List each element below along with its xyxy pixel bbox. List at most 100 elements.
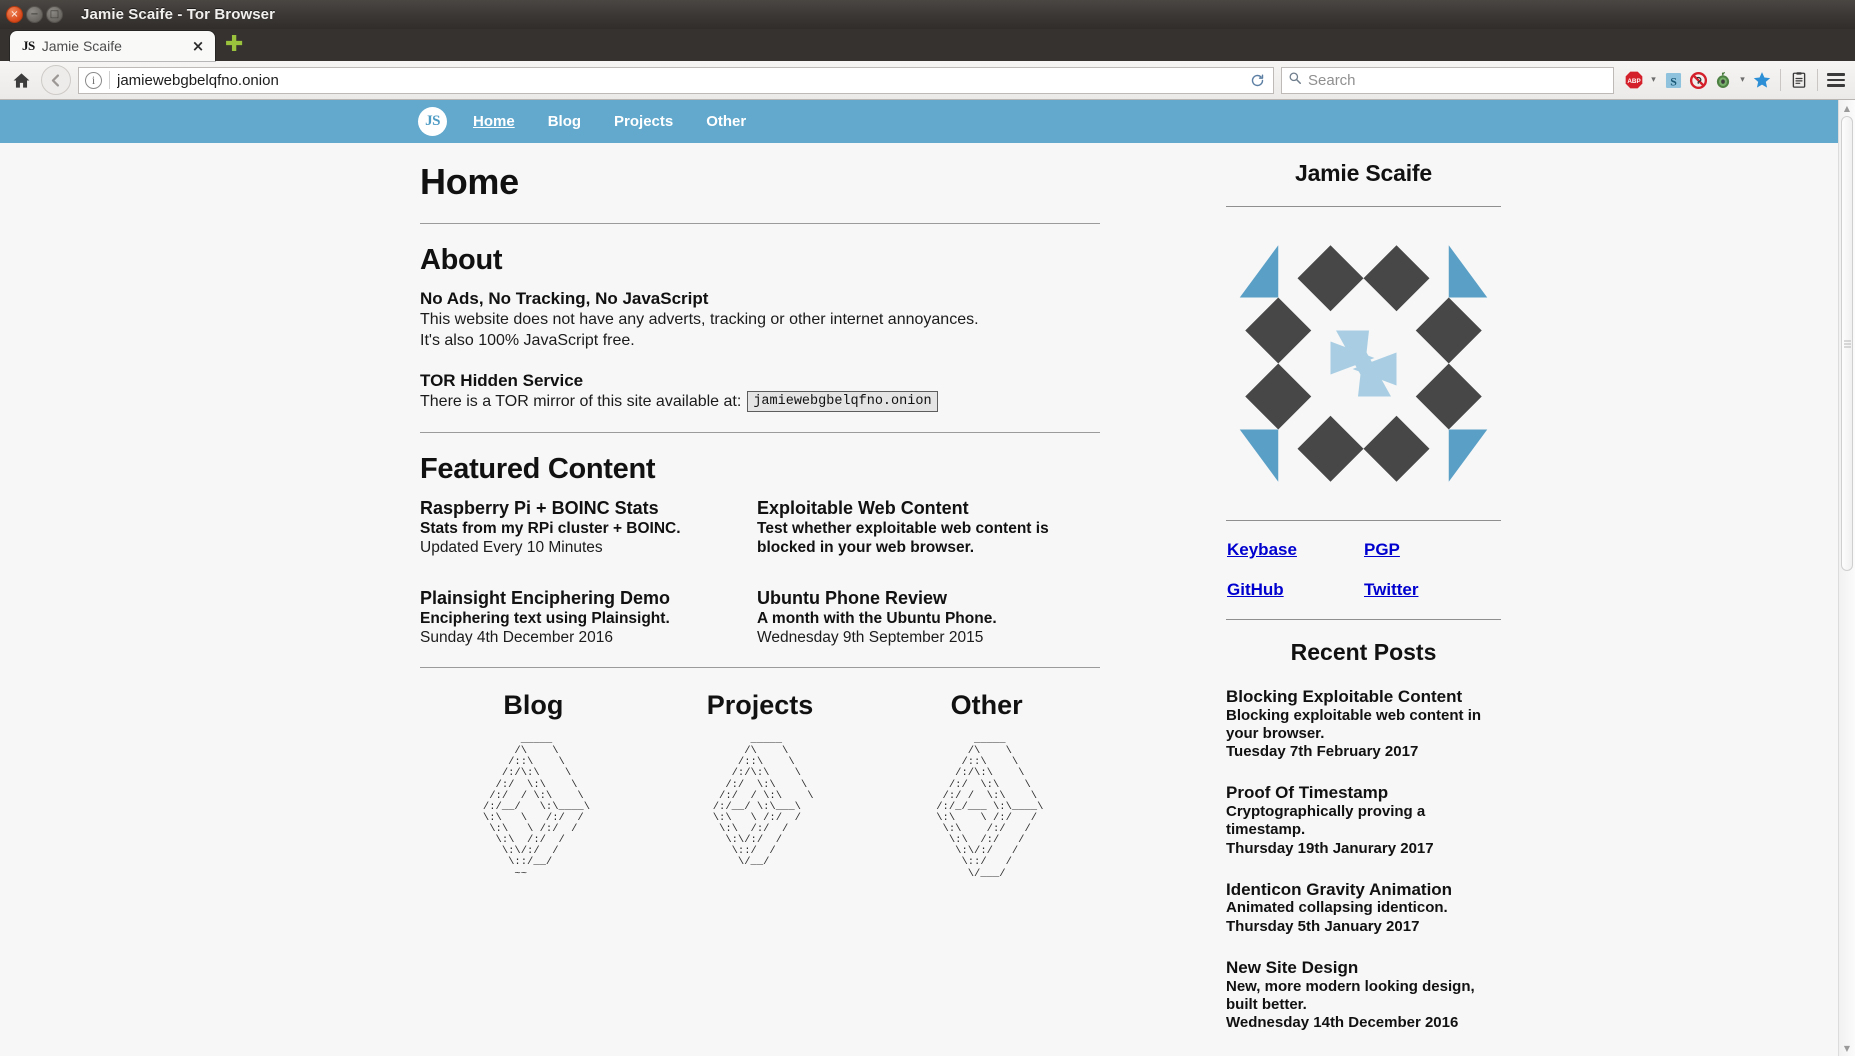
featured-item[interactable]: Ubuntu Phone Review A month with the Ubu… xyxy=(757,588,1100,647)
noscript-icon[interactable] xyxy=(1687,69,1709,91)
scroll-up-arrow-icon[interactable]: ▲ xyxy=(1839,100,1855,116)
window-controls: × − □ xyxy=(6,6,63,23)
sidebar-divider-3 xyxy=(1226,619,1501,620)
titlebar: × − □ Jamie Scaife - Tor Browser xyxy=(0,0,1855,29)
navigation-toolbar: i jamiewebgbelqfno.onion Search ABP ▾ S … xyxy=(0,61,1855,100)
site-logo-icon[interactable]: JS xyxy=(418,107,447,136)
adblock-chevron-down-icon[interactable]: ▾ xyxy=(1648,75,1659,85)
divider-under-featured xyxy=(420,667,1100,669)
featured-item-title: Plainsight Enciphering Demo xyxy=(420,588,671,609)
svg-text:S: S xyxy=(1670,74,1677,88)
ascii-heading: Projects xyxy=(706,690,814,721)
sidebar-name: Jamie Scaife xyxy=(1295,160,1432,186)
svg-text:ABP: ABP xyxy=(1627,78,1640,85)
home-button[interactable] xyxy=(8,67,34,93)
featured-item-desc: A month with the Ubuntu Phone. xyxy=(757,610,997,628)
onion-address-code: jamiewebgbelqfno.onion xyxy=(747,391,938,413)
search-bar[interactable]: Search xyxy=(1281,66,1614,94)
site-identity-icon[interactable]: i xyxy=(85,71,102,89)
adblock-plus-icon[interactable]: ABP xyxy=(1623,69,1645,91)
featured-item[interactable]: Plainsight Enciphering Demo Enciphering … xyxy=(420,588,757,647)
recent-post-desc: Blocking exploitable web content in your… xyxy=(1226,706,1482,742)
maximize-window-icon[interactable]: □ xyxy=(46,6,63,23)
tab-title: Jamie Scaife xyxy=(41,38,122,54)
reload-icon[interactable] xyxy=(1245,73,1269,88)
scrollbar-thumb[interactable] xyxy=(1841,116,1853,571)
ascii-art-blog: _____ /\ \ /::\ \ /:/\:\ \ /:/ \:\ \ /:/… xyxy=(482,734,591,880)
nav-link-home[interactable]: Home xyxy=(473,113,515,130)
tor-chevron-down-icon[interactable]: ▾ xyxy=(1737,75,1748,85)
back-button[interactable] xyxy=(41,65,71,95)
tor-mirror-row: There is a TOR mirror of this site avail… xyxy=(420,391,1100,413)
tor-onion-icon[interactable] xyxy=(1712,69,1734,91)
recent-post-date: Tuesday 7th February 2017 xyxy=(1226,743,1419,761)
new-tab-button[interactable]: ✚ xyxy=(225,34,243,56)
featured-item[interactable]: Exploitable Web Content Test whether exp… xyxy=(757,498,1100,558)
stylish-icon[interactable]: S xyxy=(1662,69,1684,91)
sidebar: Jamie Scaife Keybase PGP GitHub Twitter … xyxy=(1226,143,1501,1054)
sidebar-link-pgp[interactable]: PGP xyxy=(1364,540,1501,560)
about-block2-line1: There is a TOR mirror of this site avail… xyxy=(420,393,742,411)
featured-item-date: Updated Every 10 Minutes xyxy=(420,539,603,557)
nav-link-blog[interactable]: Blog xyxy=(548,113,581,130)
bookmark-star-icon[interactable] xyxy=(1751,69,1773,91)
toolbar-extensions: ABP ▾ S ▾ xyxy=(1623,69,1847,91)
recent-post-title: Identicon Gravity Animation xyxy=(1226,879,1453,899)
sidebar-link-twitter[interactable]: Twitter xyxy=(1364,580,1501,600)
ascii-sections: Blog _____ /\ \ /::\ \ /:/\:\ \ /:/ \:\ … xyxy=(420,690,1100,881)
ascii-section-other[interactable]: Other _____ /\ \ /::\ \ /:/\:\ \ /:/ \:\… xyxy=(873,690,1100,881)
featured-item-title: Raspberry Pi + BOINC Stats xyxy=(420,498,659,519)
scroll-down-arrow-icon[interactable]: ▼ xyxy=(1839,1040,1855,1056)
featured-item-desc: Test whether exploitable web content is … xyxy=(757,520,1049,557)
tab-strip: JS Jamie Scaife × ✚ xyxy=(0,29,1855,61)
recent-post-desc: Cryptographically proving a timestamp. xyxy=(1226,802,1426,839)
recent-post-item[interactable]: Proof Of Timestamp Cryptographically pro… xyxy=(1226,783,1501,857)
about-block1-title: No Ads, No Tracking, No JavaScript xyxy=(420,289,709,308)
sidebar-link-github[interactable]: GitHub xyxy=(1227,580,1364,600)
url-bar[interactable]: i jamiewebgbelqfno.onion xyxy=(78,66,1274,94)
minimize-window-icon[interactable]: − xyxy=(26,6,43,23)
featured-item-date: Wednesday 9th September 2015 xyxy=(757,629,984,647)
search-icon xyxy=(1288,71,1302,90)
page-viewport: JS Home Blog Projects Other Home About N… xyxy=(0,100,1855,1056)
library-icon[interactable] xyxy=(1788,69,1810,91)
nav-link-other[interactable]: Other xyxy=(706,113,746,130)
nav-link-projects[interactable]: Projects xyxy=(614,113,673,130)
featured-item-title: Ubuntu Phone Review xyxy=(757,588,948,609)
web-page: JS Home Blog Projects Other Home About N… xyxy=(0,100,1838,1056)
recent-post-date: Wednesday 14th December 2016 xyxy=(1226,1014,1459,1032)
sidebar-link-keybase[interactable]: Keybase xyxy=(1227,540,1364,560)
ascii-section-projects[interactable]: Projects _____ /\ \ /::\ \ /:/\:\ \ /:/ … xyxy=(647,690,874,881)
divider-under-about xyxy=(420,432,1100,434)
browser-window: × − □ Jamie Scaife - Tor Browser JS Jami… xyxy=(0,0,1855,1056)
featured-item[interactable]: Raspberry Pi + BOINC Stats Stats from my… xyxy=(420,498,757,558)
ascii-heading: Blog xyxy=(503,690,564,721)
close-tab-icon[interactable]: × xyxy=(189,37,207,55)
close-window-icon[interactable]: × xyxy=(6,6,23,23)
vertical-scrollbar[interactable]: ▲ ▼ xyxy=(1838,100,1855,1056)
sidebar-divider-2 xyxy=(1226,520,1501,521)
browser-tab[interactable]: JS Jamie Scaife × xyxy=(10,31,215,61)
scrollbar-grip-icon xyxy=(1842,340,1852,347)
about-block1-line1: This website does not have any adverts, … xyxy=(420,311,979,328)
recent-post-title: Blocking Exploitable Content xyxy=(1226,687,1463,706)
hamburger-menu-icon[interactable] xyxy=(1825,69,1847,91)
ascii-section-blog[interactable]: Blog _____ /\ \ /::\ \ /:/\:\ \ /:/ \:\ … xyxy=(420,690,647,881)
main-column: Home About No Ads, No Tracking, No JavaS… xyxy=(420,143,1100,1054)
recent-post-item[interactable]: Identicon Gravity Animation Animated col… xyxy=(1226,880,1501,936)
featured-item-desc: Stats from my RPi cluster + BOINC. xyxy=(420,520,681,538)
site-navigation-bar: JS Home Blog Projects Other xyxy=(0,100,1838,143)
url-separator xyxy=(109,71,110,89)
identicon-image xyxy=(1226,226,1501,501)
recent-post-date: Thursday 19th Janurary 2017 xyxy=(1226,839,1434,857)
content-wrapper: Home About No Ads, No Tracking, No JavaS… xyxy=(0,143,1838,1054)
divider-under-title xyxy=(420,223,1100,224)
about-block1-line2: It's also 100% JavaScript free. xyxy=(420,332,635,350)
toolbar-divider xyxy=(1780,69,1781,91)
about-heading: About xyxy=(420,244,503,276)
recent-post-item[interactable]: New Site Design New, more modern looking… xyxy=(1226,958,1501,1032)
featured-heading: Featured Content xyxy=(420,453,656,486)
recent-post-item[interactable]: Blocking Exploitable Content Blocking ex… xyxy=(1226,687,1501,761)
scrollbar-track[interactable] xyxy=(1839,116,1855,1040)
featured-item-title: Exploitable Web Content xyxy=(757,498,969,519)
